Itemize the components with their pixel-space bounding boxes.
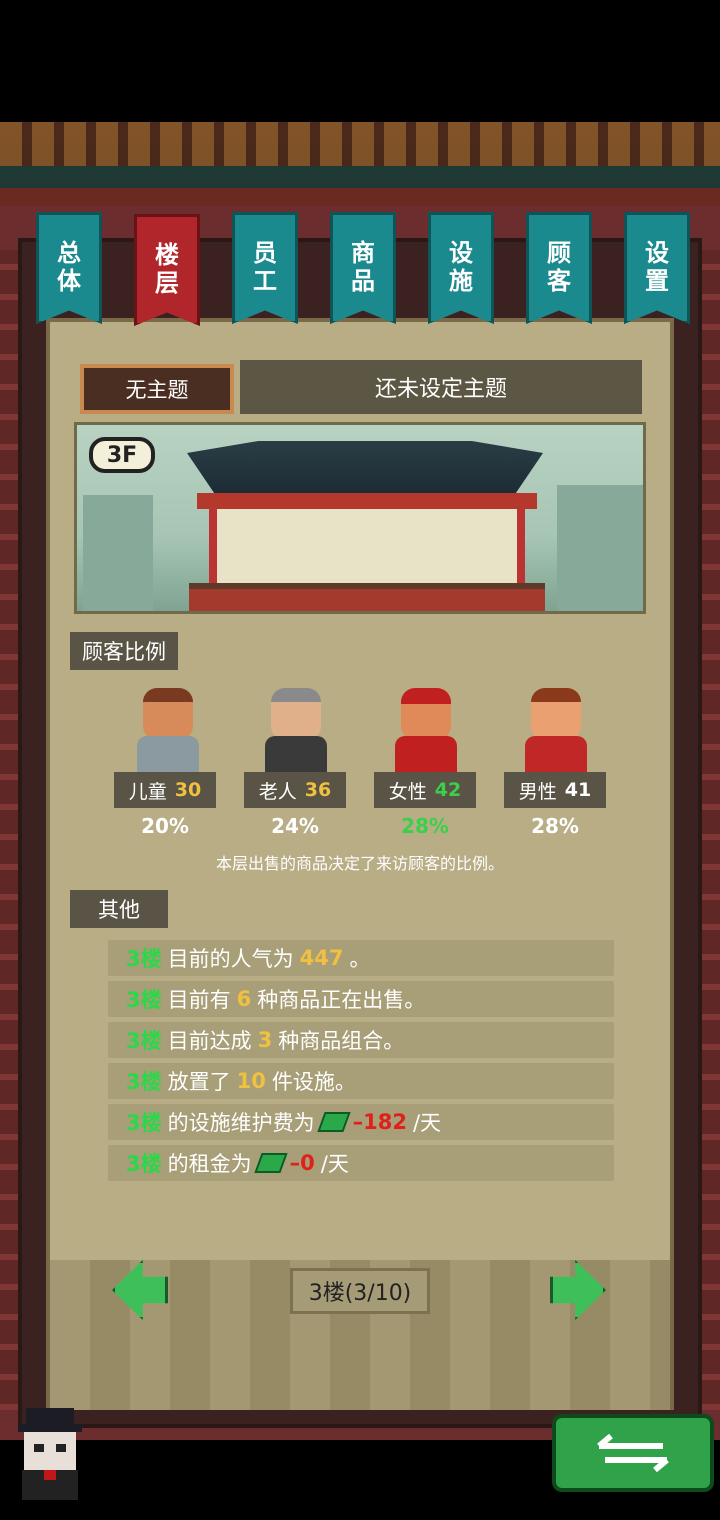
elder-count: 36	[304, 779, 332, 801]
theme-description: 还未设定主题	[240, 360, 642, 414]
tab-staff[interactable]: 员 工	[232, 212, 298, 324]
head	[401, 688, 451, 740]
elder-tag: 老人 36	[244, 772, 346, 808]
body	[265, 736, 327, 772]
back-icon	[597, 1433, 669, 1473]
child-tag: 儿童 30	[114, 772, 216, 808]
tab-label: 楼 层	[155, 241, 179, 297]
male-count: 41	[564, 779, 592, 801]
floor-name: 3楼	[126, 1152, 162, 1176]
stage-trim	[197, 493, 537, 509]
customer-female	[376, 680, 476, 772]
child-count: 30	[174, 779, 202, 801]
floor-name: 3楼	[126, 1070, 162, 1094]
female-sprite	[383, 680, 469, 772]
female-tag: 女性 42	[374, 772, 476, 808]
roof-beam-red	[0, 188, 720, 206]
stat-value: 447	[299, 946, 344, 970]
stat-post: 种商品正在出售。	[257, 988, 426, 1012]
tab-label: 设 置	[645, 239, 669, 295]
stat-value: 3	[257, 1028, 273, 1052]
stat-combos: 3楼 目前达成 3 种商品组合。	[108, 1022, 614, 1058]
floor-name: 3楼	[126, 947, 162, 971]
tab-customers[interactable]: 顾 客	[526, 212, 592, 324]
stat-value: 10	[236, 1069, 266, 1093]
male-sprite	[513, 680, 599, 772]
female-count: 42	[434, 779, 462, 801]
tab-label: 设 施	[449, 239, 473, 295]
female-label: 女性	[388, 780, 427, 803]
stat-pre: 的设施维护费为	[167, 1111, 315, 1135]
roof-tiles	[0, 122, 720, 166]
elder-label: 老人	[258, 780, 297, 803]
cash-icon	[316, 1112, 351, 1132]
stat-facilities: 3楼 放置了 10 件设施。	[108, 1063, 614, 1099]
cash-icon	[253, 1153, 288, 1173]
stage-roof	[187, 441, 543, 495]
stat-post: 。	[349, 947, 371, 971]
female-percent: 28%	[401, 814, 449, 838]
stat-post: /天	[412, 1111, 442, 1135]
head	[143, 688, 193, 740]
stat-pre: 目前的人气为	[167, 947, 294, 971]
floor-pager: 3楼(3/10)	[290, 1268, 430, 1314]
customer-ratio-note: 本层出售的商品决定了来访顾客的比例。	[215, 854, 504, 873]
tab-label: 商 品	[351, 239, 375, 295]
floor-scene: 3F	[74, 422, 646, 614]
floor-name: 3楼	[126, 988, 162, 1012]
stat-post: /天	[320, 1152, 349, 1176]
male-tag: 男性 41	[504, 772, 606, 808]
floor-name: 3楼	[126, 1029, 162, 1053]
tab-label: 员 工	[253, 239, 277, 295]
background-building	[557, 485, 643, 611]
stage-base	[189, 583, 545, 611]
customer-child	[118, 680, 218, 772]
male-label: 男性	[518, 780, 557, 803]
stat-goods-selling: 3楼 目前有 6 种商品正在出售。	[108, 981, 614, 1017]
elder-percent: 24%	[271, 814, 319, 838]
floor-name: 3楼	[126, 1111, 162, 1135]
body	[525, 736, 587, 772]
tab-label: 顾 客	[547, 239, 571, 295]
stat-value: 6	[236, 987, 252, 1011]
tab-facilities[interactable]: 设 施	[428, 212, 494, 324]
tab-settings[interactable]: 设 置	[624, 212, 690, 324]
stat-post: 种商品组合。	[278, 1029, 405, 1053]
cat-mascot-icon	[18, 1408, 82, 1500]
head	[531, 688, 581, 740]
stat-maintenance: 3楼 的设施维护费为 –182 /天	[108, 1104, 614, 1140]
stat-pre: 目前达成	[167, 1029, 252, 1053]
stat-value: –182	[352, 1110, 407, 1134]
stat-value: –0	[289, 1151, 315, 1175]
customer-male	[506, 680, 606, 772]
head	[271, 688, 321, 740]
customer-ratio-title: 顾客比例	[70, 632, 178, 670]
theme-button[interactable]: 无主题	[80, 364, 234, 414]
elder-sprite	[253, 680, 339, 772]
background-building	[83, 495, 153, 611]
child-percent: 20%	[141, 814, 189, 838]
child-sprite	[125, 680, 211, 772]
body	[395, 736, 457, 772]
stat-pre: 放置了	[167, 1070, 231, 1094]
stat-post: 件设施。	[271, 1070, 356, 1094]
stat-rent: 3楼 的租金为 –0 /天	[108, 1145, 614, 1181]
tab-floor[interactable]: 楼 层	[134, 214, 200, 326]
tab-overall[interactable]: 总 体	[36, 212, 102, 324]
other-title: 其他	[70, 890, 168, 928]
stage-body	[209, 509, 525, 583]
body	[137, 736, 199, 772]
stat-popularity: 3楼 目前的人气为 447 。	[108, 940, 614, 976]
child-label: 儿童	[128, 780, 167, 803]
customer-elder	[246, 680, 346, 772]
roof-beam	[0, 166, 720, 188]
tab-label: 总 体	[57, 239, 81, 295]
stat-pre: 目前有	[167, 988, 231, 1012]
tab-goods[interactable]: 商 品	[330, 212, 396, 324]
floor-badge: 3F	[89, 437, 155, 473]
male-percent: 28%	[531, 814, 579, 838]
stat-pre: 的租金为	[167, 1152, 252, 1176]
back-button[interactable]	[552, 1414, 714, 1492]
player-avatar[interactable]	[4, 1400, 96, 1500]
